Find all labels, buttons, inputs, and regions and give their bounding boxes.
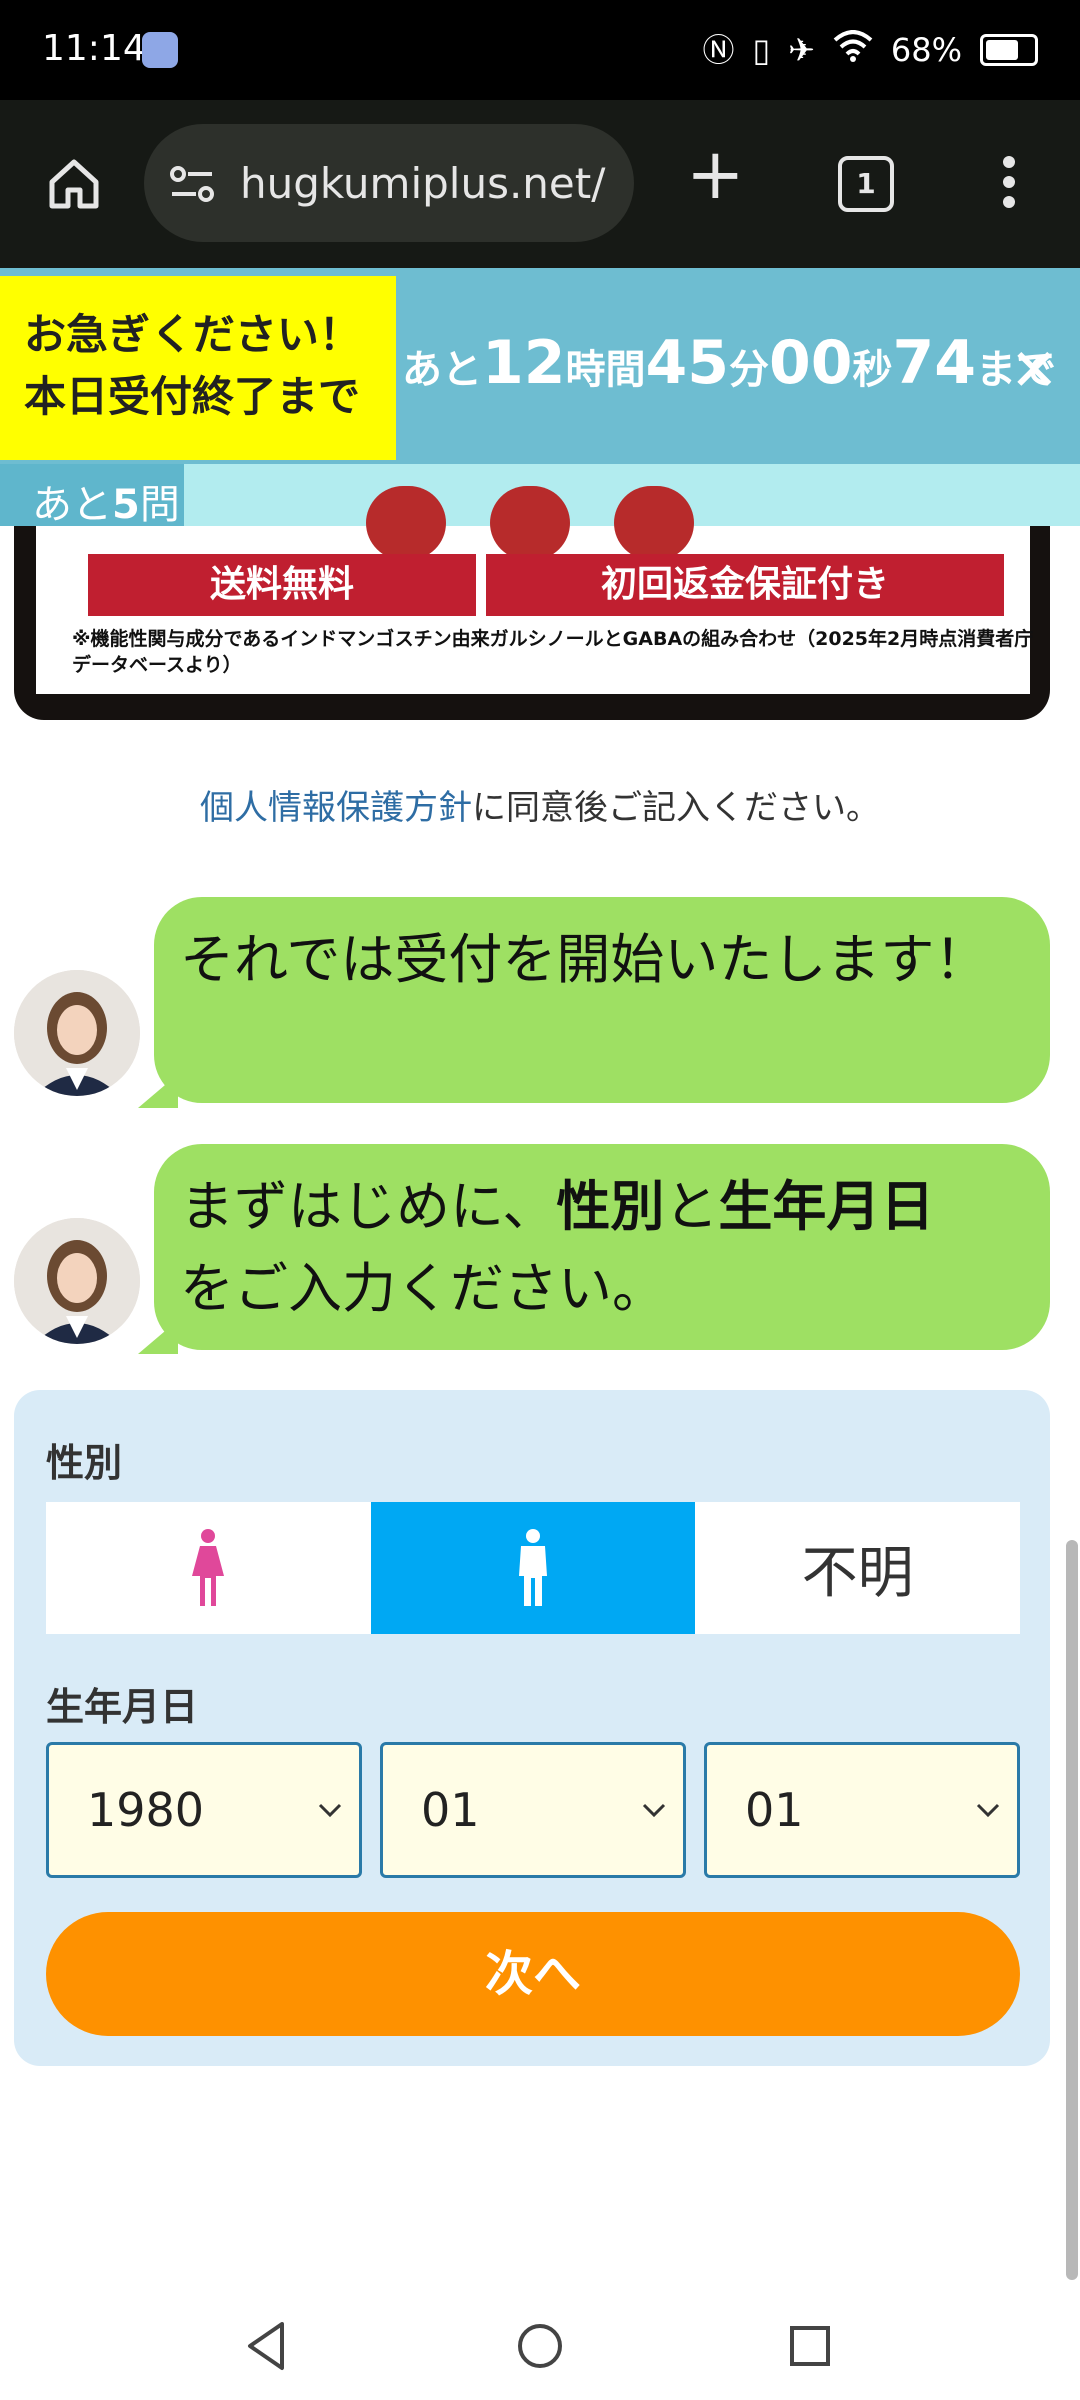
chevron-down-icon <box>976 1803 1000 1818</box>
airplane-icon: ✈ <box>788 30 815 69</box>
overflow-menu-button[interactable] <box>994 150 1024 220</box>
operator-avatar <box>14 1218 140 1344</box>
countdown-banner: お急ぎください！ 本日受付終了まで あと12時間45分00秒74まで ✕ <box>0 268 1080 464</box>
site-settings-icon[interactable] <box>168 164 216 204</box>
gender-unknown-label: 不明 <box>801 1540 914 1606</box>
decorative-circle <box>614 486 694 560</box>
male-icon <box>519 1529 547 1606</box>
chat-message-2-part: をご入力ください。 <box>180 1257 666 1320</box>
timer-minutes: 45 <box>645 328 730 398</box>
browser-toolbar: hugkumiplus.net/ + 1 <box>0 100 1080 268</box>
birth-year-value: 1980 <box>87 1783 205 1837</box>
chat-message-2-gender: 性別 <box>556 1175 665 1238</box>
hurry-box: お急ぎください！ 本日受付終了まで <box>0 276 396 460</box>
timer-centis: 74 <box>892 328 977 398</box>
gender-option-female[interactable] <box>46 1502 371 1634</box>
nfc-icon: Ⓝ <box>702 30 735 69</box>
free-shipping-badge: 送料無料 <box>88 554 476 616</box>
privacy-notice: 個人情報保護方針に同意後ご記入ください。 <box>0 780 1080 829</box>
chevron-down-icon <box>642 1803 666 1818</box>
wifi-icon <box>833 30 873 69</box>
gender-label: 性別 <box>46 1441 123 1485</box>
home-button[interactable] <box>38 148 110 220</box>
decorative-circle <box>366 486 446 560</box>
battery-text: 68% <box>890 30 962 69</box>
close-banner-icon[interactable]: ✕ <box>1010 336 1059 404</box>
birth-day-value: 01 <box>745 1783 804 1837</box>
birth-year-select[interactable]: 1980 <box>46 1742 362 1878</box>
vibrate-icon: ▯ <box>752 30 771 69</box>
countdown-timer: あと12時間45分00秒74まで <box>402 328 1056 398</box>
url-text: hugkumiplus.net/ <box>240 159 606 208</box>
timer-seconds: 00 <box>769 328 853 398</box>
progress-count: 5 <box>112 482 140 528</box>
page-scrollbar[interactable] <box>1066 1540 1078 2280</box>
chevron-down-icon <box>318 1803 342 1818</box>
birth-month-value: 01 <box>421 1783 480 1837</box>
battery-icon <box>980 33 1038 66</box>
chat-message-2-birthdate: 生年月日 <box>718 1175 935 1238</box>
address-bar[interactable]: hugkumiplus.net/ <box>144 124 634 242</box>
timer-hours-unit: 時間 <box>565 347 646 393</box>
timer-seconds-unit: 秒 <box>852 347 893 393</box>
recents-icon[interactable] <box>780 2316 840 2376</box>
timer-minutes-unit: 分 <box>729 347 769 393</box>
tab-switcher-button[interactable]: 1 <box>838 156 894 212</box>
notification-icon <box>142 32 178 68</box>
decorative-circle <box>490 486 570 560</box>
birth-day-select[interactable]: 01 <box>704 1742 1020 1878</box>
chat-message-2-part: まずはじめに、 <box>180 1175 557 1238</box>
status-icons: Ⓝ ▯ ✈ 68% <box>702 30 1038 69</box>
timer-prefix: あと <box>402 347 482 393</box>
new-tab-button[interactable]: + <box>686 139 745 209</box>
next-button[interactable]: 次へ <box>46 1912 1020 2036</box>
status-bar: 11:14 Ⓝ ▯ ✈ 68% <box>0 0 1080 100</box>
hurry-line-1: お急ぎください！ <box>24 310 361 359</box>
timer-hours: 12 <box>482 328 566 398</box>
chat-bubble-2: まずはじめに、性別と生年月日 をご入力ください。 <box>154 1144 1050 1350</box>
operator-avatar <box>14 970 140 1096</box>
chat-message-1: それでは受付を開始いたします！ <box>180 928 989 991</box>
product-banner-image: 送料無料 初回返金保証付き ※機能性関与成分であるインドマンゴスチン由来ガルシノ… <box>14 486 1050 720</box>
status-time: 11:14 <box>42 28 146 69</box>
female-icon <box>192 1529 225 1606</box>
system-nav-bar <box>0 2290 1080 2400</box>
refund-guarantee-badge: 初回返金保証付き <box>486 554 1004 616</box>
birthdate-label: 生年月日 <box>46 1685 199 1729</box>
birthdate-selects: 1980 01 01 <box>46 1742 1020 1878</box>
gender-option-male[interactable] <box>370 1502 696 1634</box>
product-footnote: ※機能性関与成分であるインドマンゴスチン由来ガルシノールとGABAの組み合わせ（… <box>72 628 1034 676</box>
progress-label: あと5問 <box>32 472 180 530</box>
home-icon <box>49 159 99 209</box>
chat-message-2-part: と <box>664 1175 719 1238</box>
hurry-line-2: 本日受付終了まで <box>24 372 361 421</box>
chat-bubble-1: それでは受付を開始いたします！ <box>154 897 1050 1103</box>
home-nav-icon[interactable] <box>510 2316 570 2376</box>
gender-selector: 不明 <box>46 1502 1021 1634</box>
progress-suffix: 問 <box>139 482 180 528</box>
progress-prefix: あと <box>32 482 112 528</box>
birth-month-select[interactable]: 01 <box>380 1742 686 1878</box>
privacy-notice-text: に同意後ご記入ください。 <box>472 788 880 828</box>
gender-option-unknown[interactable]: 不明 <box>695 1502 1021 1634</box>
back-icon[interactable] <box>238 2316 298 2376</box>
input-form: 性別 不明 生年月日 1980 01 01 次へ <box>14 1390 1050 2066</box>
privacy-policy-link[interactable]: 個人情報保護方針 <box>200 788 472 828</box>
